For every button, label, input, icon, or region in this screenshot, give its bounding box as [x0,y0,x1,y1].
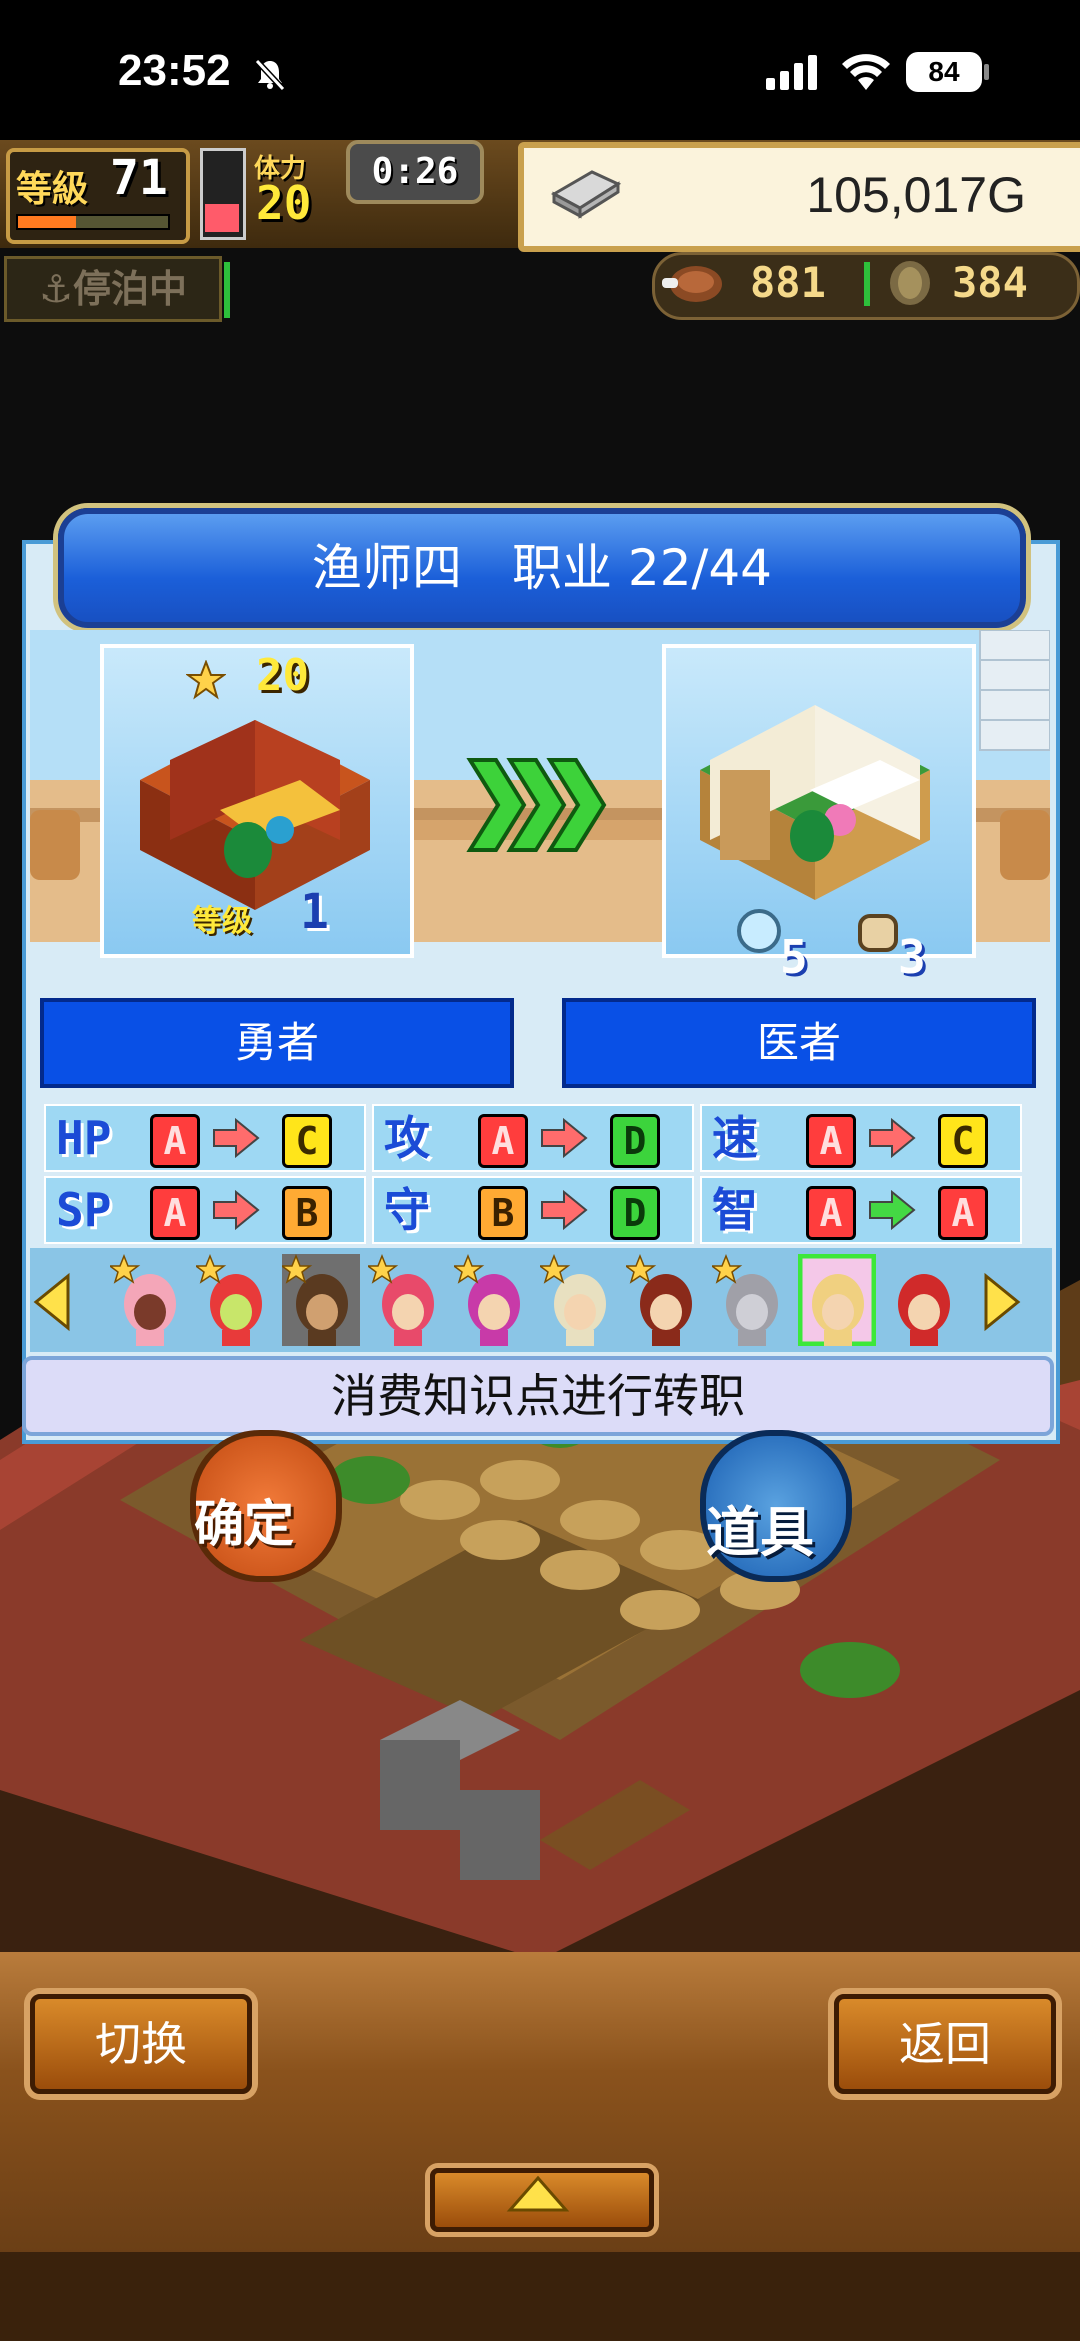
anchor-status: ⚓停泊中 [4,256,222,322]
job-level-value: 1 [300,884,329,940]
character-portrait[interactable] [798,1254,876,1346]
bell-muted-icon [254,58,286,92]
stamina-value: 20 [256,176,312,230]
job-stars-value: 20 [256,650,309,701]
stamina-gauge-fill [205,204,239,232]
stat-label: 速 [712,1111,758,1165]
stat-grade-to: B [282,1186,332,1240]
anchor-status-label: 停泊中 [73,267,188,311]
wifi-icon [842,54,890,90]
stat-label: SP [56,1183,112,1237]
target-stat-2: 3 [898,930,926,984]
brave-room-image [140,720,370,910]
confirm-label: 确定 [194,1495,294,1553]
ore-icon [890,261,930,305]
anchor-icon: ⚓ [38,267,74,311]
stat-cell: HP A C [44,1104,366,1172]
potion-icon [737,909,781,953]
arrow-right-icon [541,1190,588,1230]
bottom-edge [0,2252,1080,2341]
stat-grade-from: A [150,1186,200,1240]
fist-icon [858,914,898,952]
character-portrait[interactable] [626,1254,704,1346]
arrow-right-icon [869,1190,916,1230]
stat-cell: SP A B [44,1176,366,1244]
hint-bar: 消费知识点进行转职 [22,1356,1054,1436]
stat-grade-to: D [610,1186,660,1240]
arrow-right-icon [869,1118,916,1158]
character-portrait[interactable] [712,1254,790,1346]
stat-cell: 攻A D [372,1104,694,1172]
stat-grade-to: D [610,1114,660,1168]
stat-grade-from: A [806,1186,856,1240]
character-portrait[interactable] [110,1254,188,1346]
money-value: 105,017G [806,167,1026,223]
ore-value: 384 [952,258,1028,307]
stat-grade-from: A [478,1114,528,1168]
character-portrait[interactable] [196,1254,274,1346]
items-label: 道具 [706,1501,814,1564]
arrow-right-icon [213,1118,260,1158]
resource-divider [864,262,870,306]
character-portrait[interactable] [368,1254,446,1346]
switch-button[interactable]: 切换 [30,1994,252,2094]
stat-label: 守 [384,1183,430,1237]
stat-cell: 速A C [700,1104,1022,1172]
battery-tip [984,64,989,80]
dialog-title: 渔师四 职业 22/44 [312,539,772,597]
arrow-right-icon [213,1190,260,1230]
level-value: 71 [110,150,168,206]
target-stat-1: 5 [780,930,808,984]
stat-cell: 智AA [700,1176,1022,1244]
current-class-button[interactable]: 勇者 [40,998,514,1088]
arrow-right-icon [541,1118,588,1158]
stat-grade-to: A [938,1186,988,1240]
stat-label: 攻 [384,1111,430,1165]
star-icon [186,660,226,700]
character-portrait[interactable] [884,1254,962,1346]
stat-label: 智 [712,1183,758,1237]
signal-icon [766,55,817,90]
stat-grade-from: A [806,1114,856,1168]
character-portrait[interactable] [282,1254,360,1346]
level-progress-fill [18,216,77,228]
clinic-room-image [700,705,930,900]
anchor-indicator [224,262,230,318]
stat-label: HP [56,1111,112,1165]
character-portrait[interactable] [454,1254,532,1346]
back-button[interactable]: 返回 [834,1994,1056,2094]
stat-comparison-grid: HP A C 攻 A D 速 A C SP A B 守 B D 智 A A [44,1104,1030,1246]
triple-arrow-icon [466,758,607,852]
timer: 0:26 [346,140,484,204]
stat-grade-from: A [150,1114,200,1168]
stat-cell: 守B D [372,1176,694,1244]
arrow-right-icon[interactable] [982,1272,1022,1332]
food-value: 881 [750,258,826,307]
triangle-up-icon [506,2175,570,2212]
target-class-button[interactable]: 医者 [562,998,1036,1088]
character-portrait[interactable] [540,1254,618,1346]
stat-grade-to: C [938,1114,988,1168]
status-time: 23:52 [118,46,231,95]
stat-grade-to: C [282,1114,332,1168]
arrow-left-icon[interactable] [32,1272,72,1332]
battery-level: 84 [906,52,982,92]
level-label: 等級 [16,169,89,210]
meat-icon [662,266,722,302]
job-level-label: 等级 [192,904,252,939]
stat-grade-from: B [478,1186,528,1240]
